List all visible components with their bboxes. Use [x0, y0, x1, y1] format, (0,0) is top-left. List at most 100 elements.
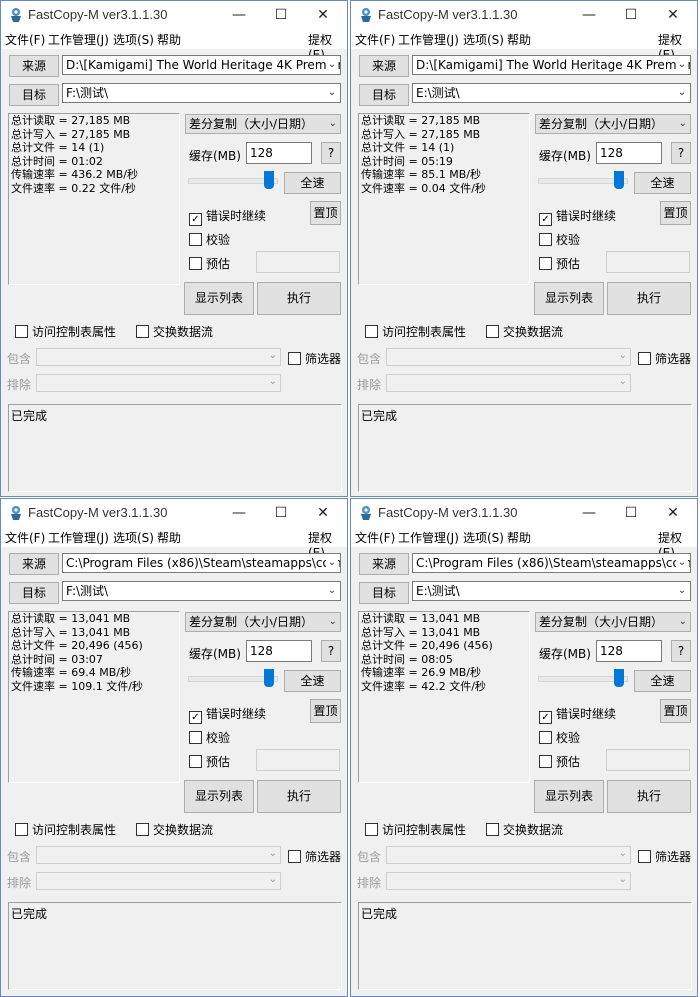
- menu-options[interactable]: 选项(S): [463, 31, 504, 48]
- exclude-select[interactable]: ⌄: [386, 374, 631, 392]
- source-path-field[interactable]: C:\Program Files (x86)\Steam\steamapps\c…: [412, 553, 691, 573]
- acl-checkbox[interactable]: 访问控制表属性: [15, 821, 116, 838]
- speed-slider-thumb[interactable]: [264, 669, 274, 687]
- dest-button[interactable]: 目标: [359, 84, 409, 106]
- title-bar[interactable]: FastCopy-M ver3.1.1.30 — ☐ ✕: [1, 1, 347, 29]
- menu-file[interactable]: 文件(F): [355, 31, 395, 48]
- verify-checkbox[interactable]: 校验: [189, 729, 230, 746]
- acl-checkbox[interactable]: 访问控制表属性: [365, 323, 466, 340]
- menu-file[interactable]: 文件(F): [5, 529, 45, 546]
- buffer-input[interactable]: 128: [246, 142, 312, 164]
- chevron-down-icon[interactable]: ⌄: [676, 554, 688, 572]
- ads-checkbox[interactable]: 交换数据流: [486, 821, 563, 838]
- filter-checkbox[interactable]: 筛选器: [288, 350, 341, 367]
- help-button[interactable]: ?: [321, 142, 341, 164]
- estimate-checkbox[interactable]: 预估: [189, 753, 230, 770]
- fullspeed-button[interactable]: 全速: [284, 670, 341, 692]
- source-path-field[interactable]: D:\[Kamigami] The World Heritage 4K Prem…: [412, 55, 691, 75]
- show-list-button[interactable]: 显示列表: [534, 780, 604, 813]
- menu-file[interactable]: 文件(F): [355, 529, 395, 546]
- maximize-button[interactable]: ☐: [261, 3, 301, 27]
- title-bar[interactable]: FastCopy-M ver3.1.1.30 — ☐ ✕: [351, 1, 697, 29]
- filter-checkbox[interactable]: 筛选器: [288, 848, 341, 865]
- verify-checkbox[interactable]: 校验: [539, 729, 580, 746]
- minimize-button[interactable]: —: [569, 501, 609, 525]
- verify-checkbox[interactable]: 校验: [539, 231, 580, 248]
- chevron-down-icon[interactable]: ⌄: [326, 84, 338, 102]
- source-button[interactable]: 来源: [359, 55, 409, 77]
- estimate-checkbox[interactable]: 预估: [539, 753, 580, 770]
- menu-help[interactable]: 帮助: [157, 31, 181, 48]
- minimize-button[interactable]: —: [569, 3, 609, 27]
- source-button[interactable]: 来源: [9, 553, 59, 575]
- speed-slider-thumb[interactable]: [614, 171, 624, 189]
- dest-button[interactable]: 目标: [359, 582, 409, 604]
- chevron-down-icon[interactable]: ⌄: [676, 84, 688, 102]
- include-select[interactable]: ⌄: [36, 846, 281, 864]
- execute-button[interactable]: 执行: [607, 282, 691, 315]
- chevron-down-icon[interactable]: ⌄: [326, 554, 338, 572]
- menu-options[interactable]: 选项(S): [113, 529, 154, 546]
- source-button[interactable]: 来源: [359, 553, 409, 575]
- ads-checkbox[interactable]: 交换数据流: [486, 323, 563, 340]
- close-button[interactable]: ✕: [303, 3, 343, 27]
- filter-checkbox[interactable]: 筛选器: [638, 350, 691, 367]
- ontop-button[interactable]: 置顶: [660, 201, 691, 225]
- fullspeed-button[interactable]: 全速: [634, 172, 691, 194]
- minimize-button[interactable]: —: [219, 501, 259, 525]
- dest-path-field[interactable]: F:\测试\ ⌄: [62, 581, 341, 601]
- include-select[interactable]: ⌄: [36, 348, 281, 366]
- mode-select[interactable]: 差分复制（大小/日期） ⌄: [535, 612, 691, 632]
- filter-checkbox[interactable]: 筛选器: [638, 848, 691, 865]
- menu-options[interactable]: 选项(S): [463, 529, 504, 546]
- speed-slider-thumb[interactable]: [264, 171, 274, 189]
- acl-checkbox[interactable]: 访问控制表属性: [15, 323, 116, 340]
- include-select[interactable]: ⌄: [386, 348, 631, 366]
- ontop-button[interactable]: 置顶: [310, 699, 341, 723]
- maximize-button[interactable]: ☐: [261, 501, 301, 525]
- dest-button[interactable]: 目标: [9, 582, 59, 604]
- chevron-down-icon[interactable]: ⌄: [326, 56, 338, 74]
- dest-path-field[interactable]: E:\测试\ ⌄: [412, 83, 691, 103]
- menu-options[interactable]: 选项(S): [113, 31, 154, 48]
- dest-button[interactable]: 目标: [9, 84, 59, 106]
- menu-job[interactable]: 工作管理(J): [398, 529, 459, 546]
- maximize-button[interactable]: ☐: [611, 3, 651, 27]
- estimate-checkbox[interactable]: 预估: [189, 255, 230, 272]
- help-button[interactable]: ?: [671, 640, 691, 662]
- maximize-button[interactable]: ☐: [611, 501, 651, 525]
- close-button[interactable]: ✕: [653, 501, 693, 525]
- mode-select[interactable]: 差分复制（大小/日期） ⌄: [185, 612, 341, 632]
- buffer-input[interactable]: 128: [596, 142, 662, 164]
- menu-job[interactable]: 工作管理(J): [48, 31, 109, 48]
- estimate-checkbox[interactable]: 预估: [539, 255, 580, 272]
- close-button[interactable]: ✕: [303, 501, 343, 525]
- source-path-field[interactable]: C:\Program Files (x86)\Steam\steamapps\c…: [62, 553, 341, 573]
- title-bar[interactable]: FastCopy-M ver3.1.1.30 — ☐ ✕: [351, 499, 697, 527]
- show-list-button[interactable]: 显示列表: [184, 780, 254, 813]
- exclude-select[interactable]: ⌄: [36, 374, 281, 392]
- chevron-down-icon[interactable]: ⌄: [326, 582, 338, 600]
- dest-path-field[interactable]: F:\测试\ ⌄: [62, 83, 341, 103]
- buffer-input[interactable]: 128: [596, 640, 662, 662]
- continue-on-error-checkbox[interactable]: ✓ 错误时继续: [189, 705, 266, 724]
- buffer-input[interactable]: 128: [246, 640, 312, 662]
- include-select[interactable]: ⌄: [386, 846, 631, 864]
- show-list-button[interactable]: 显示列表: [534, 282, 604, 315]
- help-button[interactable]: ?: [321, 640, 341, 662]
- menu-job[interactable]: 工作管理(J): [398, 31, 459, 48]
- menu-help[interactable]: 帮助: [507, 31, 531, 48]
- execute-button[interactable]: 执行: [607, 780, 691, 813]
- mode-select[interactable]: 差分复制（大小/日期） ⌄: [535, 114, 691, 134]
- ontop-button[interactable]: 置顶: [660, 699, 691, 723]
- exclude-select[interactable]: ⌄: [36, 872, 281, 890]
- source-button[interactable]: 来源: [9, 55, 59, 77]
- execute-button[interactable]: 执行: [257, 780, 341, 813]
- mode-select[interactable]: 差分复制（大小/日期） ⌄: [185, 114, 341, 134]
- fullspeed-button[interactable]: 全速: [284, 172, 341, 194]
- menu-file[interactable]: 文件(F): [5, 31, 45, 48]
- chevron-down-icon[interactable]: ⌄: [676, 56, 688, 74]
- ontop-button[interactable]: 置顶: [310, 201, 341, 225]
- minimize-button[interactable]: —: [219, 3, 259, 27]
- verify-checkbox[interactable]: 校验: [189, 231, 230, 248]
